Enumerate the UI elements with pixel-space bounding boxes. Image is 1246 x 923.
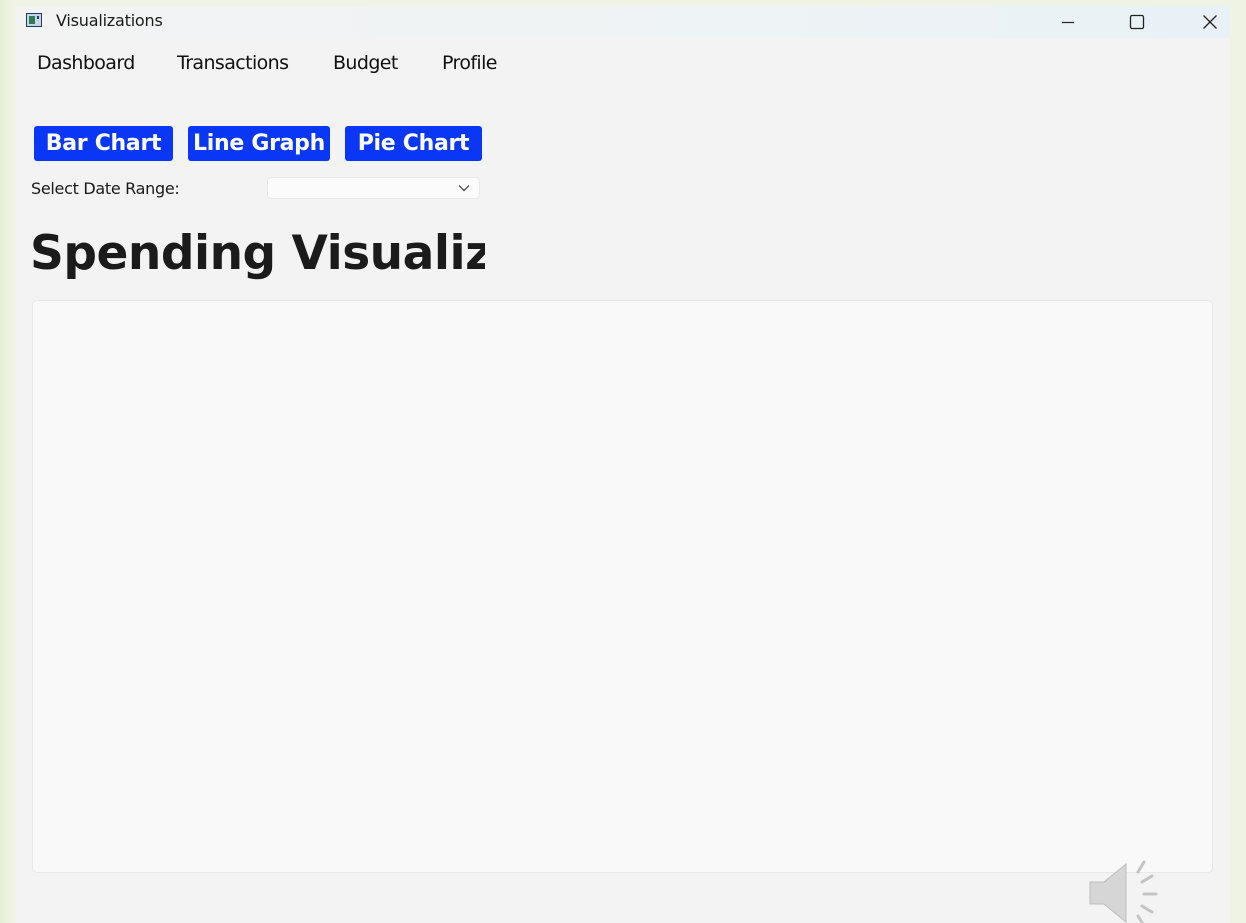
window-title: Visualizations — [56, 11, 163, 30]
menu-item-budget[interactable]: Budget — [333, 52, 398, 74]
app-window: Visualizations Dashboard Transactions Bu… — [16, 6, 1230, 923]
background-decoration — [0, 0, 16, 923]
chevron-down-icon — [458, 185, 470, 192]
close-icon — [1203, 15, 1217, 29]
line-graph-button[interactable]: Line Graph — [188, 126, 330, 161]
menu-item-profile[interactable]: Profile — [442, 52, 497, 74]
speaker-icon[interactable] — [1086, 858, 1176, 923]
visualization-area — [32, 300, 1213, 873]
date-range-label: Select Date Range: — [31, 179, 180, 198]
app-window-icon — [26, 13, 42, 27]
close-button[interactable] — [1187, 6, 1230, 38]
page-title: Spending Visualiza — [30, 226, 485, 281]
minimize-icon — [1062, 21, 1074, 24]
maximize-icon — [1129, 14, 1145, 30]
minimize-button[interactable] — [1045, 6, 1091, 38]
date-range-select[interactable] — [267, 177, 480, 199]
pie-chart-button[interactable]: Pie Chart — [345, 126, 482, 161]
menu-item-dashboard[interactable]: Dashboard — [37, 52, 135, 74]
title-bar[interactable]: Visualizations — [16, 6, 1230, 38]
maximize-button[interactable] — [1114, 6, 1160, 38]
bar-chart-button[interactable]: Bar Chart — [34, 126, 173, 161]
menu-item-transactions[interactable]: Transactions — [177, 52, 289, 74]
